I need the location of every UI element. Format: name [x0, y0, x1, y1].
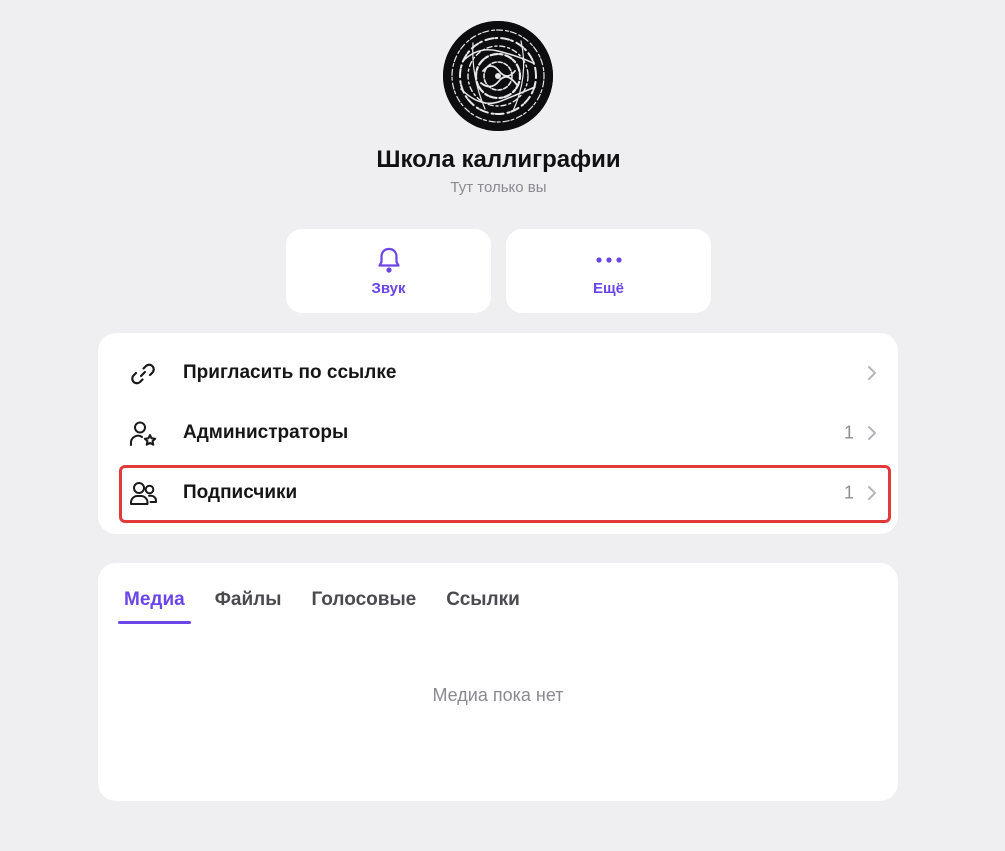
- tab-links[interactable]: Ссылки: [440, 585, 526, 623]
- invite-link-row[interactable]: Пригласить по ссылке: [98, 343, 898, 403]
- administrators-count: 1: [843, 422, 854, 443]
- user-star-icon: [128, 419, 158, 449]
- channel-settings-card: Пригласить по ссылке Администраторы 1 По…: [98, 333, 898, 534]
- users-icon: [128, 479, 158, 509]
- subscribers-label: Подписчики: [183, 482, 298, 503]
- link-icon: [128, 359, 158, 389]
- sound-button[interactable]: Звук: [286, 229, 491, 313]
- subscribers-row[interactable]: Подписчики 1: [98, 463, 898, 523]
- media-tabs: Медиа Файлы Голосовые Ссылки: [118, 585, 544, 625]
- chevron-right-icon: [868, 366, 876, 380]
- chevron-right-icon: [868, 426, 876, 440]
- tab-media[interactable]: Медиа: [118, 585, 191, 624]
- tab-voice[interactable]: Голосовые: [305, 585, 422, 623]
- more-button[interactable]: Ещё: [506, 229, 711, 313]
- channel-title: Школа каллиграфии: [376, 146, 621, 173]
- channel-subtitle: Тут только вы: [450, 179, 547, 196]
- chevron-right-icon: [868, 486, 876, 500]
- more-dots-icon: [595, 246, 623, 274]
- subscribers-count: 1: [843, 482, 854, 503]
- sound-button-label: Звук: [371, 279, 406, 297]
- media-empty-state: Медиа пока нет: [432, 685, 564, 705]
- calligraphy-logo-image: [443, 21, 553, 131]
- tab-files[interactable]: Файлы: [209, 585, 288, 623]
- invite-link-label: Пригласить по ссылке: [183, 362, 397, 383]
- channel-avatar[interactable]: [443, 21, 553, 131]
- bell-icon: [376, 246, 402, 274]
- administrators-label: Администраторы: [183, 422, 349, 443]
- more-button-label: Ещё: [592, 279, 624, 297]
- administrators-row[interactable]: Администраторы 1: [98, 403, 898, 463]
- shared-media-card: Медиа Файлы Голосовые Ссылки Медиа пока …: [98, 563, 898, 801]
- channel-info-page: Школа каллиграфии Тут только вы Звук Ещё: [0, 0, 1005, 851]
